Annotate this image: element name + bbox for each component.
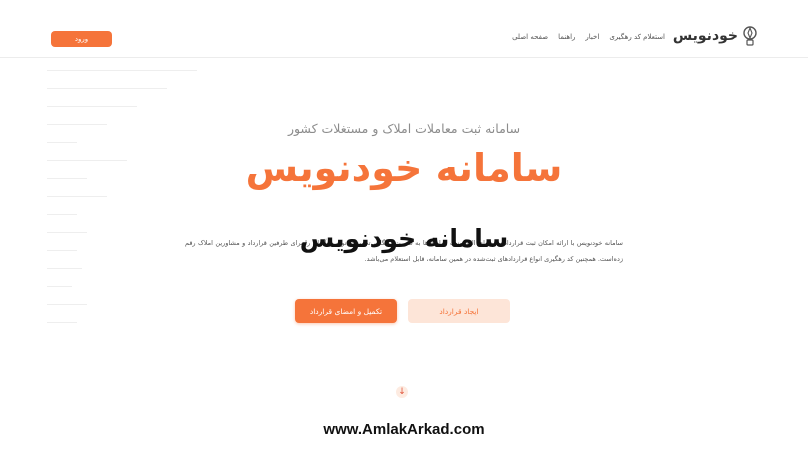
brand-logo[interactable]: خودنویس: [673, 25, 758, 47]
nav-item-guide[interactable]: راهنما: [558, 33, 575, 41]
website-watermark: www.AmlakArkad.com: [323, 421, 485, 438]
hero-title: سامانه خودنویس: [245, 146, 563, 190]
site-header: ورود صفحه اصلی راهنما اخبار استعلام کد ر…: [0, 0, 808, 58]
nav-item-home[interactable]: صفحه اصلی: [512, 33, 548, 41]
login-button[interactable]: ورود: [51, 31, 112, 47]
nav-item-news[interactable]: اخبار: [585, 33, 599, 41]
hero-subtitle: سامانه ثبت معاملات املاک و مستغلات کشور: [287, 121, 521, 136]
nav-item-tracking-inquiry[interactable]: استعلام کد رهگیری: [609, 33, 665, 41]
brand-name: خودنویس: [672, 28, 738, 44]
complete-sign-contract-button[interactable]: تکمیل و امضای قرارداد: [295, 299, 397, 323]
watermark-title: سامانه خودنویس: [299, 224, 509, 253]
pen-logo-icon: [743, 26, 757, 46]
create-contract-button[interactable]: ایجاد قرارداد: [408, 299, 510, 323]
arrow-down-icon[interactable]: ↓: [396, 386, 408, 398]
main-nav: صفحه اصلی راهنما اخبار استعلام کد رهگیری: [512, 33, 665, 41]
